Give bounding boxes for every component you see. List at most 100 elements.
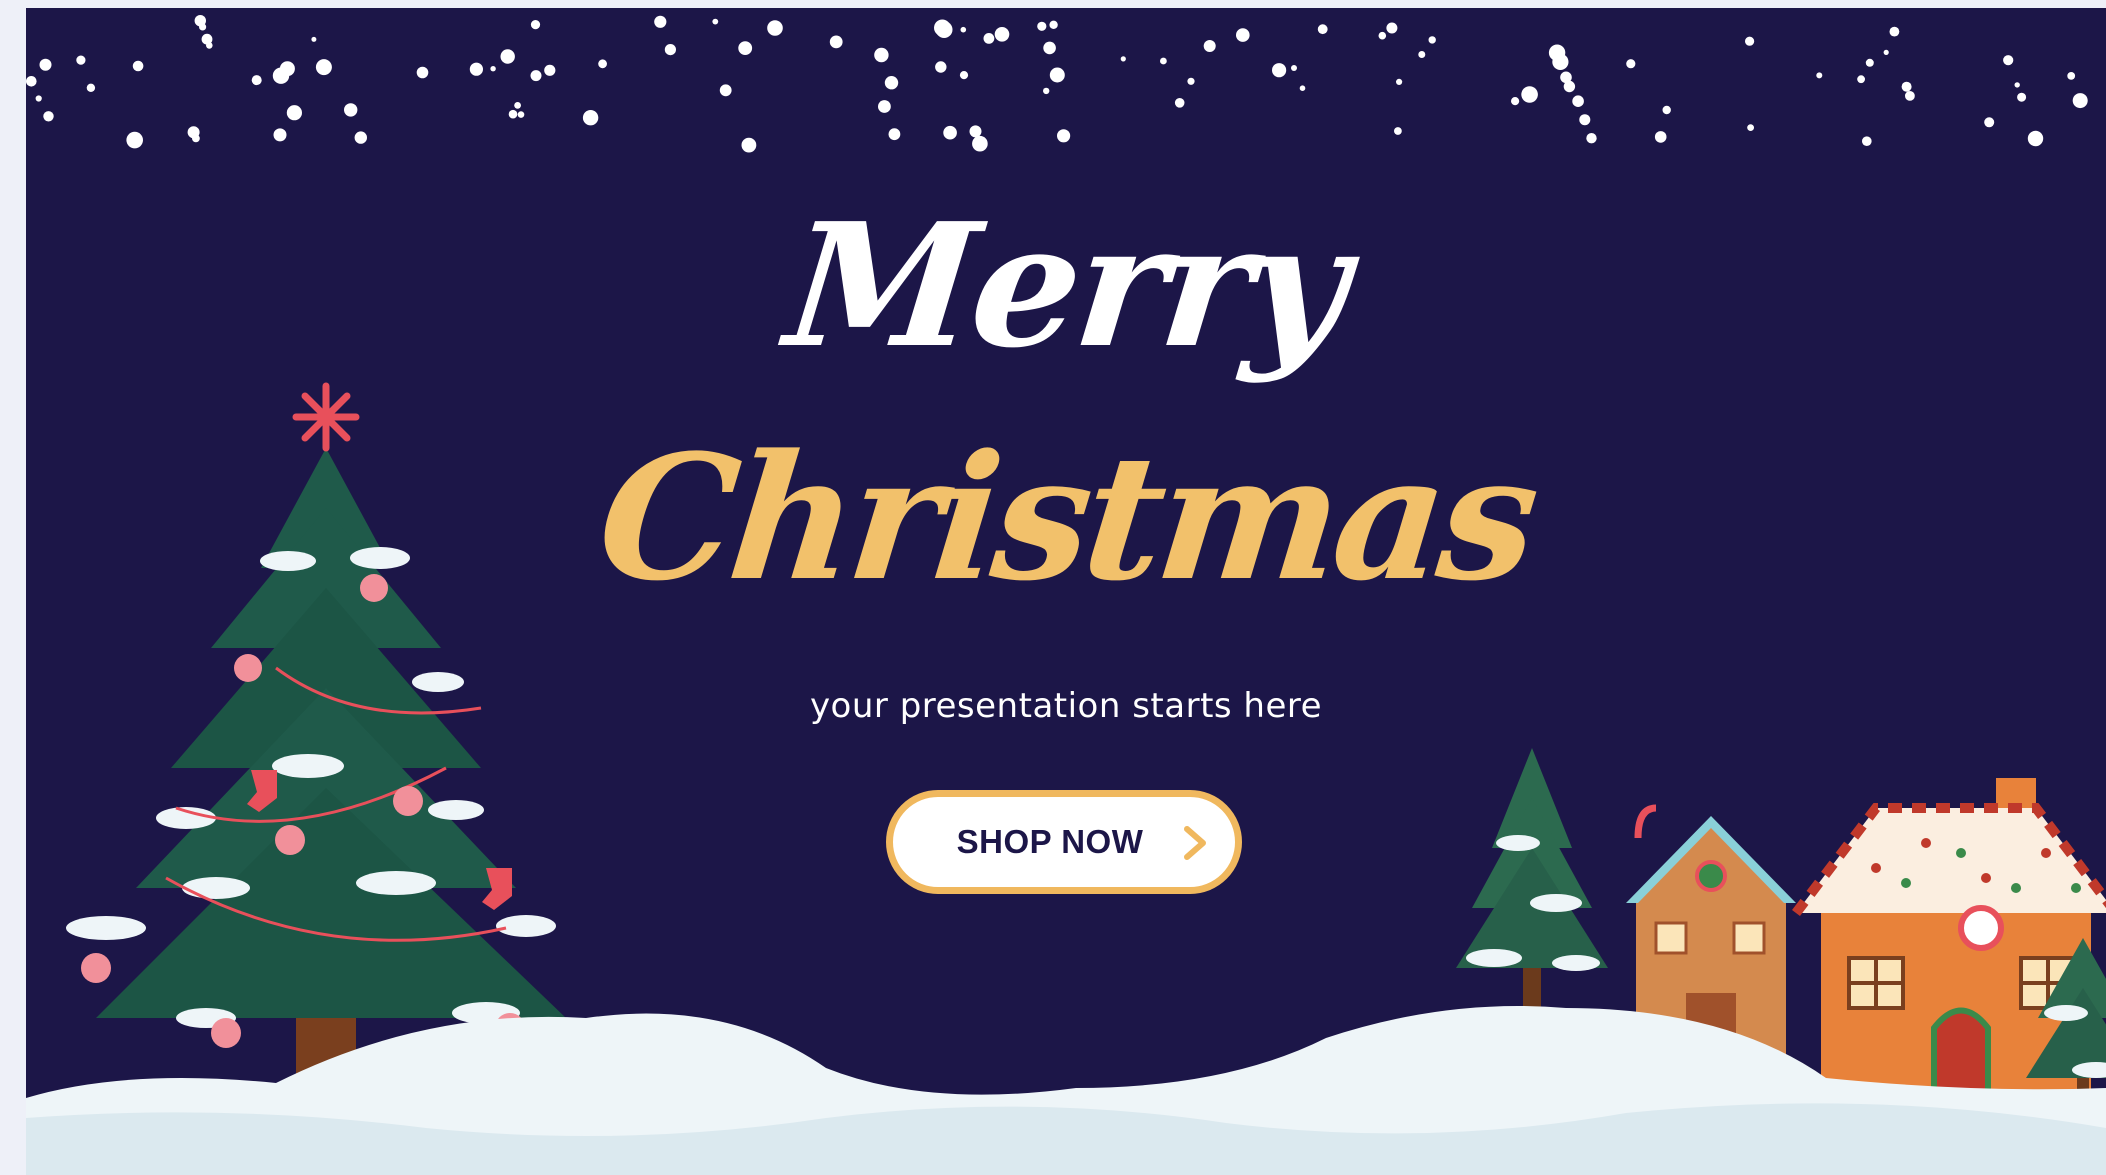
snow-dot bbox=[2003, 55, 2014, 66]
snow-dot bbox=[286, 105, 302, 121]
chevron-right-icon bbox=[1184, 826, 1206, 860]
snow-dot bbox=[960, 26, 967, 33]
snow-dot bbox=[1563, 80, 1576, 93]
snow-dot bbox=[1428, 36, 1436, 44]
snow-dot bbox=[878, 100, 891, 113]
snow-dot bbox=[192, 134, 200, 143]
snow-dot bbox=[514, 102, 521, 109]
snow-dot bbox=[738, 41, 753, 55]
snow-dot bbox=[874, 47, 889, 63]
snow-dot bbox=[500, 49, 515, 64]
pine-tree-illustration bbox=[1456, 748, 1608, 1020]
snow-dot bbox=[1905, 91, 1915, 101]
snow-dot bbox=[26, 76, 37, 87]
snow-dot bbox=[884, 76, 899, 90]
snow-dot bbox=[416, 66, 429, 79]
snow-dot bbox=[972, 135, 988, 152]
snow-dot bbox=[959, 71, 969, 80]
snow-dot bbox=[530, 20, 541, 30]
snow-dot bbox=[1579, 114, 1591, 126]
snow-dot bbox=[86, 83, 96, 93]
snow-dot bbox=[279, 61, 295, 77]
snow-dot bbox=[1386, 22, 1398, 34]
snow-dot bbox=[530, 70, 542, 82]
snow-dot bbox=[2027, 130, 2044, 147]
snow-dot bbox=[1187, 77, 1195, 85]
title-merry: Merry bbox=[778, 186, 1354, 386]
snow-dot bbox=[1160, 57, 1167, 65]
snow-dot bbox=[1394, 127, 1402, 135]
snow-dot bbox=[1511, 97, 1520, 106]
snow-dot bbox=[132, 60, 144, 72]
snow-dot bbox=[1236, 28, 1250, 42]
snow-dot bbox=[1745, 36, 1755, 46]
snow-dot bbox=[1272, 63, 1287, 78]
snow-dot bbox=[544, 64, 556, 76]
snow-dot bbox=[2077, 100, 2085, 108]
snow-dot bbox=[39, 58, 52, 71]
snow-dot bbox=[76, 55, 86, 65]
snow-dot bbox=[1049, 20, 1058, 29]
snow-dot bbox=[1984, 117, 1995, 128]
snow-dot bbox=[1572, 95, 1584, 107]
snow-dot bbox=[1662, 105, 1671, 115]
snow-dot bbox=[664, 44, 677, 56]
snow-dot bbox=[741, 137, 757, 153]
snow-dot bbox=[206, 42, 213, 49]
snow-dot bbox=[829, 35, 843, 49]
snow-dot bbox=[2017, 92, 2027, 102]
snow-dot bbox=[943, 125, 957, 140]
snow-dot bbox=[2014, 82, 2020, 88]
snow-dot bbox=[1037, 21, 1047, 31]
falling-snow-dots bbox=[26, 15, 2088, 153]
snow-dot bbox=[1586, 133, 1597, 144]
snow-dot bbox=[1816, 72, 1823, 79]
snow-dot bbox=[43, 111, 54, 122]
snow-dot bbox=[2067, 72, 2076, 80]
snow-dot bbox=[1049, 67, 1065, 83]
snow-dot bbox=[1043, 87, 1050, 95]
snow-dot bbox=[888, 128, 901, 141]
snow-dot bbox=[969, 125, 982, 138]
snow-dot bbox=[1396, 78, 1403, 85]
snow-dot bbox=[273, 128, 287, 142]
snow-dot bbox=[1552, 53, 1569, 70]
snow-dot bbox=[719, 84, 732, 97]
snow-dot bbox=[469, 62, 483, 76]
snow-dot bbox=[1654, 131, 1667, 143]
snow-dot bbox=[1043, 41, 1056, 55]
snow-dot bbox=[199, 23, 207, 31]
subtitle: your presentation starts here bbox=[809, 686, 1323, 726]
snow-dot bbox=[598, 59, 607, 69]
snow-dot bbox=[1883, 49, 1889, 56]
snow-dot bbox=[1747, 124, 1754, 131]
snow-dot bbox=[35, 95, 42, 102]
snow-dot bbox=[1889, 26, 1900, 37]
snow-dot bbox=[935, 61, 947, 73]
snow-dot bbox=[1865, 58, 1874, 67]
snow-dot bbox=[344, 103, 358, 117]
snow-dot bbox=[654, 15, 667, 28]
snow-dot bbox=[517, 111, 525, 118]
shop-now-button[interactable]: SHOP NOW bbox=[886, 790, 1242, 894]
snow-dot bbox=[983, 33, 995, 44]
snow-dot bbox=[1418, 51, 1426, 58]
snow-dot bbox=[1521, 86, 1538, 103]
snow-dot bbox=[1626, 59, 1636, 69]
shop-now-label: SHOP NOW bbox=[956, 823, 1144, 860]
snow-dot bbox=[508, 109, 518, 119]
snow-dot bbox=[582, 110, 599, 126]
snow-dot bbox=[1299, 85, 1306, 91]
snow-dot bbox=[767, 20, 783, 36]
snow-dot bbox=[1174, 98, 1185, 108]
snow-dot bbox=[1203, 40, 1216, 52]
snow-dot bbox=[1317, 24, 1328, 35]
snow-dot bbox=[1901, 81, 1912, 92]
snow-dot bbox=[490, 66, 496, 72]
snow-dot bbox=[934, 19, 951, 37]
snow-dot bbox=[994, 27, 1010, 42]
snow-dot bbox=[1291, 65, 1297, 71]
snow-dot bbox=[315, 59, 332, 76]
snow-dot bbox=[1862, 136, 1872, 146]
title-christmas: Christmas bbox=[590, 416, 1542, 619]
